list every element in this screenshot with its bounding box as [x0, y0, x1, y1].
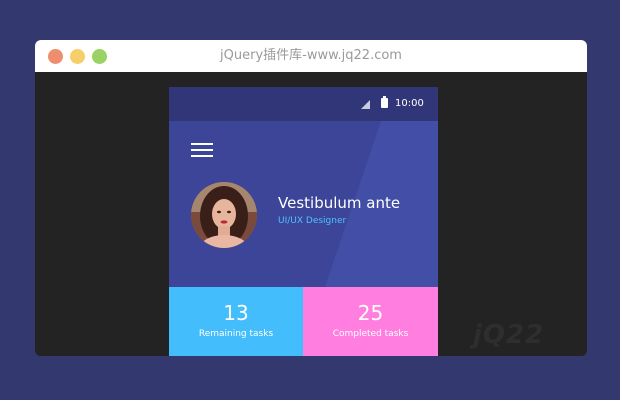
- status-time: 10:00: [395, 98, 424, 109]
- browser-window: jQuery插件库-www.jq22.com 10:00 Vestibulum …: [35, 40, 587, 356]
- profile-header: Vestibulum ante UI/UX Designer: [169, 121, 438, 287]
- remaining-tasks-count: 13: [223, 301, 249, 325]
- profile-name: Vestibulum ante: [278, 194, 401, 212]
- completed-tasks-tile[interactable]: 25 Completed tasks: [303, 287, 438, 356]
- avatar-portrait-image: [191, 182, 257, 248]
- avatar: [191, 182, 257, 248]
- browser-content: 10:00 Vestibulum ante UI/UX Designer 13 …: [35, 72, 587, 356]
- completed-tasks-count: 25: [357, 301, 384, 325]
- remaining-tasks-tile[interactable]: 13 Remaining tasks: [169, 287, 303, 356]
- completed-tasks-label: Completed tasks: [332, 329, 409, 339]
- hamburger-menu-icon[interactable]: [191, 143, 213, 159]
- battery-icon: [381, 96, 388, 108]
- remaining-tasks-label: Remaining tasks: [198, 329, 274, 339]
- status-bar: 10:00: [169, 87, 438, 121]
- browser-titlebar: jQuery插件库-www.jq22.com: [35, 40, 587, 72]
- profile-role: UI/UX Designer: [278, 216, 347, 226]
- signal-icon: [361, 100, 370, 109]
- phone-screen: 10:00 Vestibulum ante UI/UX Designer 13 …: [169, 87, 438, 356]
- window-title: jQuery插件库-www.jq22.com: [220, 48, 402, 63]
- site-watermark-logo: jQ22: [473, 320, 545, 350]
- task-stats: 13 Remaining tasks 25 Completed tasks: [169, 287, 438, 356]
